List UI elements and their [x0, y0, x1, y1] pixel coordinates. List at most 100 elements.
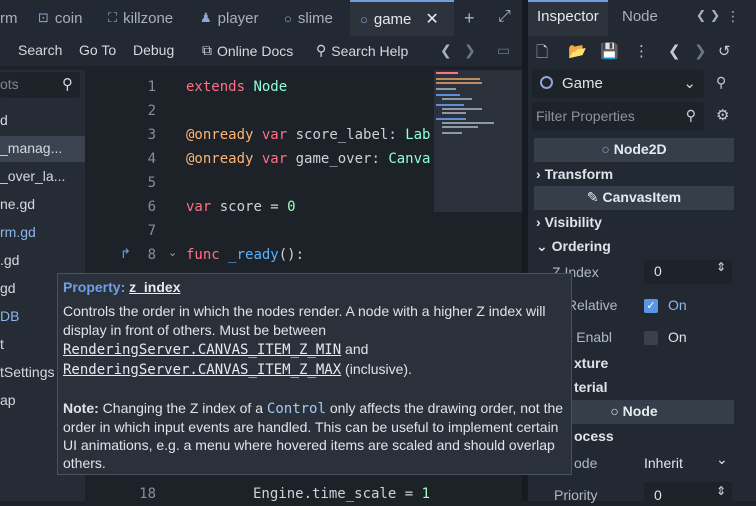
code-line: extends Node — [186, 79, 288, 95]
group-material[interactable]: terial — [574, 379, 607, 395]
character-icon: ♟ — [200, 10, 212, 25]
code-line: @onready var game_over: Canva — [186, 151, 431, 167]
external-link-icon: ⧉ — [202, 42, 212, 58]
code-line: func _ready(): — [186, 247, 305, 263]
history-back-icon[interactable]: ❮ — [668, 42, 681, 60]
node-icon — [540, 76, 553, 89]
line-number: 2 — [147, 103, 156, 119]
history-icon[interactable]: ↺ — [718, 42, 731, 60]
add-tab-icon[interactable]: + — [464, 8, 475, 29]
pencil-icon: ✎ — [586, 189, 599, 205]
next-tab-icon[interactable]: ❯ — [710, 8, 720, 22]
search-icon: ⚲ — [62, 76, 73, 93]
chevron-down-icon: ⌄ — [683, 75, 696, 92]
tab-coin[interactable]: ⊡ coin — [38, 0, 82, 36]
scene-tabbar: rm ⊡ coin ⛶ killzone ♟ player ○ slime ○ … — [0, 0, 522, 36]
section-canvasitem[interactable]: ✎ CanvasItem — [534, 186, 734, 210]
node-icon: ○ — [360, 11, 368, 27]
line-number: 3 — [147, 127, 156, 143]
open-folder-icon[interactable]: 📂 — [568, 42, 587, 60]
priority-spinbox[interactable]: 0 ⇕ — [644, 482, 732, 506]
chevron-down-icon: ⌄ — [536, 238, 548, 254]
back-arrow-icon[interactable]: ❮ — [440, 42, 452, 59]
tooltip-description: Controls the order in which the nodes re… — [63, 303, 546, 378]
tab-killzone[interactable]: ⛶ killzone — [108, 0, 173, 36]
new-resource-icon[interactable]: 🗋 — [536, 42, 548, 67]
tools-icon[interactable]: ⚙ — [716, 106, 729, 124]
script-item[interactable]: _over_la... — [0, 164, 85, 190]
area-icon: ⛶ — [108, 10, 118, 25]
more-options-icon[interactable]: ⋮ — [634, 42, 649, 60]
save-icon[interactable]: 💾 — [600, 42, 619, 60]
script-item[interactable]: d — [0, 108, 85, 134]
script-item-selected[interactable]: _manag... — [0, 136, 85, 162]
property-name: z_index — [129, 279, 181, 295]
search-help-button[interactable]: ⚲ Search Help — [316, 42, 408, 59]
script-item[interactable]: .gd — [0, 248, 85, 274]
script-item[interactable]: rm.gd — [0, 220, 85, 246]
prop-label-mode: ode — [574, 455, 598, 471]
tab-label: player — [217, 9, 259, 27]
z-relative-checkbox[interactable]: ✓ On — [644, 292, 732, 318]
tab-game[interactable]: ○ game ✕ — [350, 0, 454, 36]
section-node2d[interactable]: ○ Node2D — [534, 138, 734, 162]
group-visibility[interactable]: › Visibility — [536, 214, 602, 230]
tab-player[interactable]: ♟ player — [200, 0, 259, 36]
y-sort-checkbox[interactable]: On — [644, 324, 732, 350]
tab-label: game — [373, 10, 412, 28]
script-item[interactable]: ne.gd — [0, 192, 85, 218]
spin-arrows-icon[interactable]: ⇕ — [716, 260, 726, 274]
tab-label: coin — [54, 9, 83, 27]
debug-menu[interactable]: Debug — [133, 42, 174, 58]
float-window-icon[interactable]: ▭ — [497, 42, 510, 59]
fold-arrow-icon[interactable]: ⌄ — [168, 246, 177, 259]
group-ordering[interactable]: ⌄ Ordering — [536, 238, 611, 255]
chevron-right-icon: › — [536, 166, 541, 182]
line-number: 6 — [147, 199, 156, 215]
spin-arrows-icon[interactable]: ⇕ — [716, 484, 726, 498]
search-menu[interactable]: Search — [18, 42, 62, 58]
prev-tab-icon[interactable]: ❮ — [696, 8, 706, 22]
tooltip-title: Property: z_index — [63, 279, 181, 295]
tab-slime[interactable]: ○ slime — [284, 0, 333, 36]
tab-rm[interactable]: rm — [0, 0, 18, 36]
dock-menu-icon[interactable]: ⋮ — [726, 8, 740, 25]
help-search-icon: ⚲ — [316, 42, 327, 58]
script-filter-input[interactable]: ots ⚲ — [0, 72, 80, 98]
open-docs-icon[interactable]: ⚲ — [716, 74, 726, 91]
forward-arrow-icon[interactable]: ❯ — [464, 42, 476, 59]
distraction-free-icon[interactable]: ⤢ — [498, 8, 511, 26]
chevron-down-icon: ⌄ — [716, 451, 728, 467]
tab-node[interactable]: Node — [622, 8, 658, 25]
group-texture[interactable]: xture — [574, 355, 608, 371]
process-mode-select[interactable]: Inherit ⌄ — [644, 450, 736, 476]
code-line: var score = 0 — [186, 199, 296, 215]
online-docs-button[interactable]: ⧉ Online Docs — [202, 42, 293, 59]
code-line: @onready var score_label: Lab — [186, 127, 431, 143]
group-transform[interactable]: › Transform — [536, 166, 613, 182]
node2d-icon: ○ — [601, 141, 610, 157]
history-forward-icon[interactable]: ❯ — [694, 42, 707, 60]
code-line: Engine.time_scale = 1 — [253, 486, 431, 502]
code-minimap[interactable] — [434, 70, 522, 212]
const-link-min[interactable]: RenderingServer.CANVAS_ITEM_Z_MIN — [63, 342, 341, 358]
node-icon: ○ — [610, 403, 619, 419]
tab-label: killzone — [123, 9, 174, 27]
checkbox-checked-icon: ✓ — [644, 299, 658, 313]
tab-label: rm — [0, 9, 18, 27]
override-icon[interactable]: ↱ — [120, 246, 131, 262]
line-number: 18 — [139, 486, 156, 502]
tooltip-note: Note: Changing the Z index of a Control … — [63, 400, 564, 471]
property-tooltip: Property: z_index Controls the order in … — [57, 273, 572, 475]
search-icon: ⚲ — [685, 107, 696, 123]
tab-inspector[interactable]: Inspector — [537, 8, 599, 25]
node2d-icon: ⊡ — [38, 10, 49, 25]
group-process[interactable]: ocess — [574, 428, 614, 444]
goto-menu[interactable]: Go To — [79, 42, 116, 58]
object-selector[interactable]: Game ⌄ — [532, 70, 704, 98]
class-link-control[interactable]: Control — [267, 401, 326, 417]
filter-properties-input[interactable]: Filter Properties ⚲ — [532, 102, 704, 130]
z-index-spinbox[interactable]: 0 ⇕ — [644, 260, 732, 284]
const-link-max[interactable]: RenderingServer.CANVAS_ITEM_Z_MAX — [63, 362, 341, 378]
close-icon[interactable]: ✕ — [425, 9, 438, 29]
